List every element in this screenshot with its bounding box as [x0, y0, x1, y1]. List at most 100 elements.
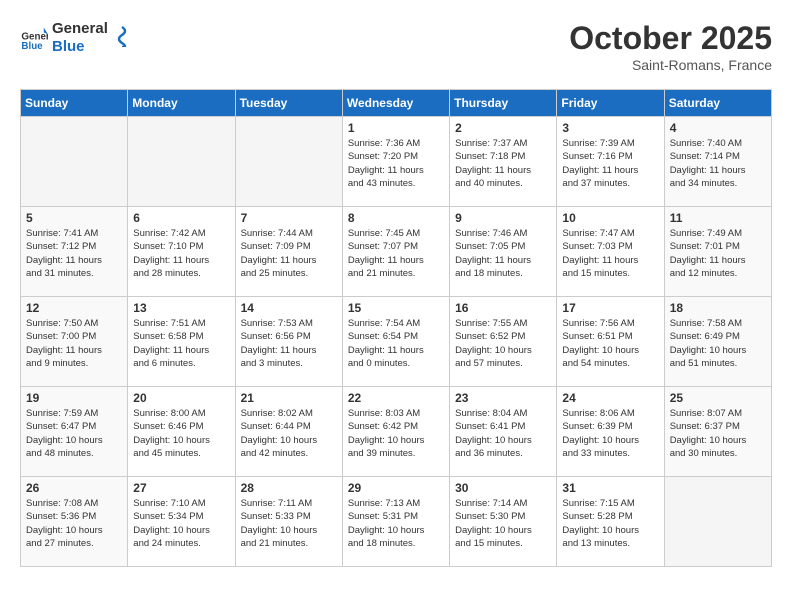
day-number: 11 — [670, 211, 766, 225]
calendar-cell: 9 Sunrise: 7:46 AM Sunset: 7:05 PM Daylig… — [450, 207, 557, 297]
calendar-cell: 7 Sunrise: 7:44 AM Sunset: 7:09 PM Daylig… — [235, 207, 342, 297]
day-number: 22 — [348, 391, 444, 405]
day-info: Sunrise: 7:11 AM Sunset: 5:33 PM Dayligh… — [241, 497, 337, 550]
calendar-week-row: 12 Sunrise: 7:50 AM Sunset: 7:00 PM Dayli… — [21, 297, 772, 387]
weekday-header: Friday — [557, 90, 664, 117]
calendar-cell — [21, 117, 128, 207]
logo-wave-icon — [114, 25, 132, 47]
day-info: Sunrise: 8:06 AM Sunset: 6:39 PM Dayligh… — [562, 407, 658, 460]
page-header: General Blue General Blue October 2025 S… — [20, 20, 772, 73]
calendar-cell: 23 Sunrise: 8:04 AM Sunset: 6:41 PM Dayli… — [450, 387, 557, 477]
calendar-cell: 22 Sunrise: 8:03 AM Sunset: 6:42 PM Dayli… — [342, 387, 449, 477]
calendar-cell: 19Sunrise: 7:59 AM Sunset: 6:47 PM Dayli… — [21, 387, 128, 477]
day-number: 31 — [562, 481, 658, 495]
logo: General Blue General Blue — [20, 20, 132, 56]
calendar-cell: 26Sunrise: 7:08 AM Sunset: 5:36 PM Dayli… — [21, 477, 128, 567]
calendar-cell: 10 Sunrise: 7:47 AM Sunset: 7:03 PM Dayli… — [557, 207, 664, 297]
calendar-cell: 3Sunrise: 7:39 AM Sunset: 7:16 PM Daylig… — [557, 117, 664, 207]
day-info: Sunrise: 7:10 AM Sunset: 5:34 PM Dayligh… — [133, 497, 229, 550]
calendar-cell: 20 Sunrise: 8:00 AM Sunset: 6:46 PM Dayli… — [128, 387, 235, 477]
day-number: 17 — [562, 301, 658, 315]
day-info: Sunrise: 7:47 AM Sunset: 7:03 PM Dayligh… — [562, 227, 658, 280]
day-info: Sunrise: 7:36 AM Sunset: 7:20 PM Dayligh… — [348, 137, 444, 190]
day-info: Sunrise: 7:50 AM Sunset: 7:00 PM Dayligh… — [26, 317, 122, 370]
day-info: Sunrise: 7:56 AM Sunset: 6:51 PM Dayligh… — [562, 317, 658, 370]
day-info: Sunrise: 7:58 AM Sunset: 6:49 PM Dayligh… — [670, 317, 766, 370]
day-info: Sunrise: 7:41 AM Sunset: 7:12 PM Dayligh… — [26, 227, 122, 280]
day-number: 8 — [348, 211, 444, 225]
day-number: 7 — [241, 211, 337, 225]
calendar-cell: 31Sunrise: 7:15 AM Sunset: 5:28 PM Dayli… — [557, 477, 664, 567]
calendar-cell: 18 Sunrise: 7:58 AM Sunset: 6:49 PM Dayli… — [664, 297, 771, 387]
title-block: October 2025 Saint-Romans, France — [569, 20, 772, 73]
day-number: 1 — [348, 121, 444, 135]
day-info: Sunrise: 7:08 AM Sunset: 5:36 PM Dayligh… — [26, 497, 122, 550]
calendar-cell — [664, 477, 771, 567]
day-info: Sunrise: 7:45 AM Sunset: 7:07 PM Dayligh… — [348, 227, 444, 280]
day-info: Sunrise: 8:04 AM Sunset: 6:41 PM Dayligh… — [455, 407, 551, 460]
day-info: Sunrise: 7:40 AM Sunset: 7:14 PM Dayligh… — [670, 137, 766, 190]
calendar-cell: 28 Sunrise: 7:11 AM Sunset: 5:33 PM Dayli… — [235, 477, 342, 567]
calendar-week-row: 1 Sunrise: 7:36 AM Sunset: 7:20 PM Daylig… — [21, 117, 772, 207]
calendar-cell: 2 Sunrise: 7:37 AM Sunset: 7:18 PM Daylig… — [450, 117, 557, 207]
day-info: Sunrise: 8:07 AM Sunset: 6:37 PM Dayligh… — [670, 407, 766, 460]
day-info: Sunrise: 8:03 AM Sunset: 6:42 PM Dayligh… — [348, 407, 444, 460]
day-number: 23 — [455, 391, 551, 405]
calendar-body: 1 Sunrise: 7:36 AM Sunset: 7:20 PM Daylig… — [21, 117, 772, 567]
calendar-cell: 29 Sunrise: 7:13 AM Sunset: 5:31 PM Dayli… — [342, 477, 449, 567]
day-number: 30 — [455, 481, 551, 495]
day-number: 19 — [26, 391, 122, 405]
logo-blue: Blue — [52, 38, 108, 56]
calendar-week-row: 5Sunrise: 7:41 AM Sunset: 7:12 PM Daylig… — [21, 207, 772, 297]
day-number: 4 — [670, 121, 766, 135]
day-info: Sunrise: 7:46 AM Sunset: 7:05 PM Dayligh… — [455, 227, 551, 280]
day-number: 3 — [562, 121, 658, 135]
calendar-header-row: SundayMondayTuesdayWednesdayThursdayFrid… — [21, 90, 772, 117]
month-title: October 2025 — [569, 20, 772, 57]
day-number: 21 — [241, 391, 337, 405]
logo-general: General — [52, 20, 108, 38]
day-number: 13 — [133, 301, 229, 315]
day-number: 28 — [241, 481, 337, 495]
logo-icon: General Blue — [20, 24, 48, 52]
day-info: Sunrise: 7:37 AM Sunset: 7:18 PM Dayligh… — [455, 137, 551, 190]
day-info: Sunrise: 7:14 AM Sunset: 5:30 PM Dayligh… — [455, 497, 551, 550]
day-number: 16 — [455, 301, 551, 315]
calendar-cell: 24Sunrise: 8:06 AM Sunset: 6:39 PM Dayli… — [557, 387, 664, 477]
weekday-header: Saturday — [664, 90, 771, 117]
day-info: Sunrise: 7:55 AM Sunset: 6:52 PM Dayligh… — [455, 317, 551, 370]
day-info: Sunrise: 7:42 AM Sunset: 7:10 PM Dayligh… — [133, 227, 229, 280]
calendar-cell — [128, 117, 235, 207]
day-number: 12 — [26, 301, 122, 315]
calendar-cell: 17 Sunrise: 7:56 AM Sunset: 6:51 PM Dayli… — [557, 297, 664, 387]
calendar-table: SundayMondayTuesdayWednesdayThursdayFrid… — [20, 89, 772, 567]
weekday-header: Sunday — [21, 90, 128, 117]
svg-text:Blue: Blue — [21, 41, 43, 52]
day-info: Sunrise: 7:54 AM Sunset: 6:54 PM Dayligh… — [348, 317, 444, 370]
calendar-cell: 8 Sunrise: 7:45 AM Sunset: 7:07 PM Daylig… — [342, 207, 449, 297]
day-number: 20 — [133, 391, 229, 405]
calendar-cell: 16 Sunrise: 7:55 AM Sunset: 6:52 PM Dayli… — [450, 297, 557, 387]
day-number: 29 — [348, 481, 444, 495]
calendar-week-row: 19Sunrise: 7:59 AM Sunset: 6:47 PM Dayli… — [21, 387, 772, 477]
calendar-cell: 1 Sunrise: 7:36 AM Sunset: 7:20 PM Daylig… — [342, 117, 449, 207]
weekday-header: Monday — [128, 90, 235, 117]
weekday-header: Wednesday — [342, 90, 449, 117]
day-number: 2 — [455, 121, 551, 135]
day-info: Sunrise: 7:51 AM Sunset: 6:58 PM Dayligh… — [133, 317, 229, 370]
day-number: 14 — [241, 301, 337, 315]
day-info: Sunrise: 7:44 AM Sunset: 7:09 PM Dayligh… — [241, 227, 337, 280]
day-info: Sunrise: 8:00 AM Sunset: 6:46 PM Dayligh… — [133, 407, 229, 460]
day-info: Sunrise: 7:13 AM Sunset: 5:31 PM Dayligh… — [348, 497, 444, 550]
day-info: Sunrise: 7:53 AM Sunset: 6:56 PM Dayligh… — [241, 317, 337, 370]
calendar-cell: 15Sunrise: 7:54 AM Sunset: 6:54 PM Dayli… — [342, 297, 449, 387]
day-number: 10 — [562, 211, 658, 225]
day-info: Sunrise: 8:02 AM Sunset: 6:44 PM Dayligh… — [241, 407, 337, 460]
location: Saint-Romans, France — [569, 57, 772, 73]
day-number: 18 — [670, 301, 766, 315]
day-number: 9 — [455, 211, 551, 225]
day-number: 25 — [670, 391, 766, 405]
day-number: 27 — [133, 481, 229, 495]
calendar-cell: 4 Sunrise: 7:40 AM Sunset: 7:14 PM Daylig… — [664, 117, 771, 207]
day-number: 6 — [133, 211, 229, 225]
